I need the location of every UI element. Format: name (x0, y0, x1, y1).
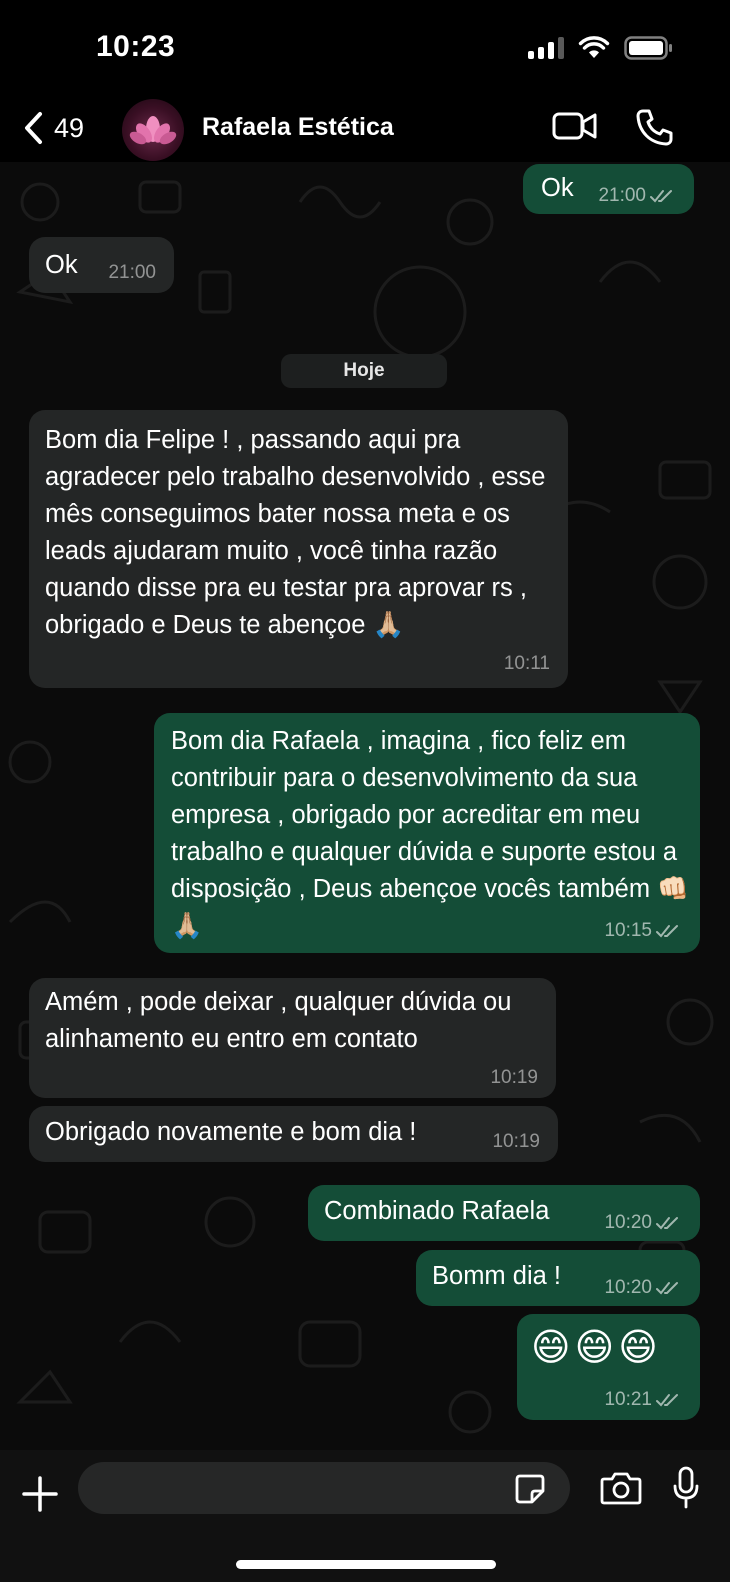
message-meta: 10:15 (604, 921, 682, 941)
message-text: Obrigado novamente e bom dia ! (45, 1118, 417, 1146)
unread-count: 49 (54, 112, 85, 143)
message-text: Amém , pode deixar , qualquer dúvida ou … (45, 988, 512, 1053)
video-camera-icon (552, 112, 597, 140)
message-time: 10:11 (503, 653, 550, 674)
microphone-button[interactable] (672, 1466, 700, 1515)
home-indicator (236, 1560, 496, 1569)
message-time: 10:20 (604, 1277, 652, 1298)
message-bubble-outgoing[interactable]: Bom dia Rafaela , imagina , fico feliz e… (154, 713, 700, 953)
read-receipt-icon (656, 925, 678, 938)
status-icons (528, 36, 674, 60)
message-meta: 21:00 (598, 186, 676, 206)
back-button[interactable]: 49 (22, 106, 84, 150)
read-receipt-icon (650, 190, 672, 203)
message-meta: 10:19 (490, 1068, 538, 1088)
message-bubble-outgoing[interactable]: Combinado Rafaela 10:20 (308, 1185, 700, 1241)
message-meta: 10:11 (504, 654, 550, 674)
chat-header: 49 Rafaela Estética (0, 96, 730, 162)
message-meta: 10:20 (604, 1213, 682, 1233)
message-text: Combinado Rafaela (324, 1197, 550, 1225)
message-bubble-outgoing[interactable]: Bomm dia ! 10:20 (416, 1250, 700, 1306)
message-bubble-incoming[interactable]: Bom dia Felipe ! , passando aqui pra agr… (29, 410, 568, 688)
battery-icon (624, 36, 672, 60)
message-meta: 10:20 (604, 1278, 682, 1298)
sticker-icon (515, 1474, 545, 1504)
wifi-icon (578, 36, 610, 58)
message-time: 10:19 (492, 1131, 540, 1152)
read-receipt-icon (656, 1394, 678, 1407)
message-meta: 10:21 (604, 1390, 682, 1410)
phone-icon (636, 109, 673, 146)
message-text: Bom dia Felipe ! , passando aqui pra agr… (45, 426, 546, 639)
voice-call-button[interactable] (634, 108, 674, 153)
message-bubble-outgoing[interactable]: 😄😄😄 10:21 (517, 1314, 700, 1420)
message-time: 21:00 (598, 185, 646, 206)
chat-area[interactable]: Ok 21:00 Ok 21:00 Hoje Bom dia Felipe ! … (0, 162, 730, 1450)
message-bubble-outgoing[interactable]: Ok 21:00 (523, 164, 694, 214)
attach-button[interactable] (20, 1474, 60, 1514)
message-time: 10:20 (604, 1212, 652, 1233)
microphone-icon (673, 1466, 699, 1509)
message-text: Ok (541, 174, 574, 202)
message-bubble-incoming[interactable]: Ok 21:00 (29, 237, 174, 293)
avatar[interactable] (122, 99, 184, 161)
message-time: 10:19 (490, 1067, 538, 1088)
message-time: 21:00 (108, 262, 156, 283)
message-text: Bom dia Rafaela , imagina , fico feliz e… (171, 727, 689, 940)
message-composer (0, 1450, 730, 1582)
message-text: 😄😄😄 (531, 1325, 662, 1369)
lotus-logo-icon (129, 116, 177, 145)
read-receipt-icon (656, 1217, 678, 1230)
message-meta: 21:00 (108, 263, 156, 283)
message-meta: 10:19 (492, 1132, 540, 1152)
status-time: 10:23 (96, 30, 176, 63)
message-input[interactable] (78, 1462, 570, 1514)
message-time: 10:21 (604, 1389, 652, 1410)
video-call-button[interactable] (552, 108, 598, 149)
camera-icon (600, 1472, 642, 1505)
status-bar: 10:23 (0, 0, 730, 96)
message-bubble-incoming[interactable]: Amém , pode deixar , qualquer dúvida ou … (29, 978, 556, 1098)
message-bubble-incoming[interactable]: Obrigado novamente e bom dia ! 10:19 (29, 1106, 558, 1162)
chevron-left-icon (25, 112, 42, 144)
sticker-button[interactable] (514, 1473, 546, 1510)
message-text: Bomm dia ! (432, 1262, 561, 1290)
contact-name[interactable]: Rafaela Estética (202, 113, 394, 142)
message-text: Ok (45, 251, 78, 279)
plus-icon (22, 1476, 58, 1512)
read-receipt-icon (656, 1282, 678, 1295)
camera-button[interactable] (600, 1470, 642, 1511)
signal-icon (528, 37, 564, 59)
date-separator: Hoje (281, 354, 447, 388)
message-time: 10:15 (604, 920, 652, 941)
